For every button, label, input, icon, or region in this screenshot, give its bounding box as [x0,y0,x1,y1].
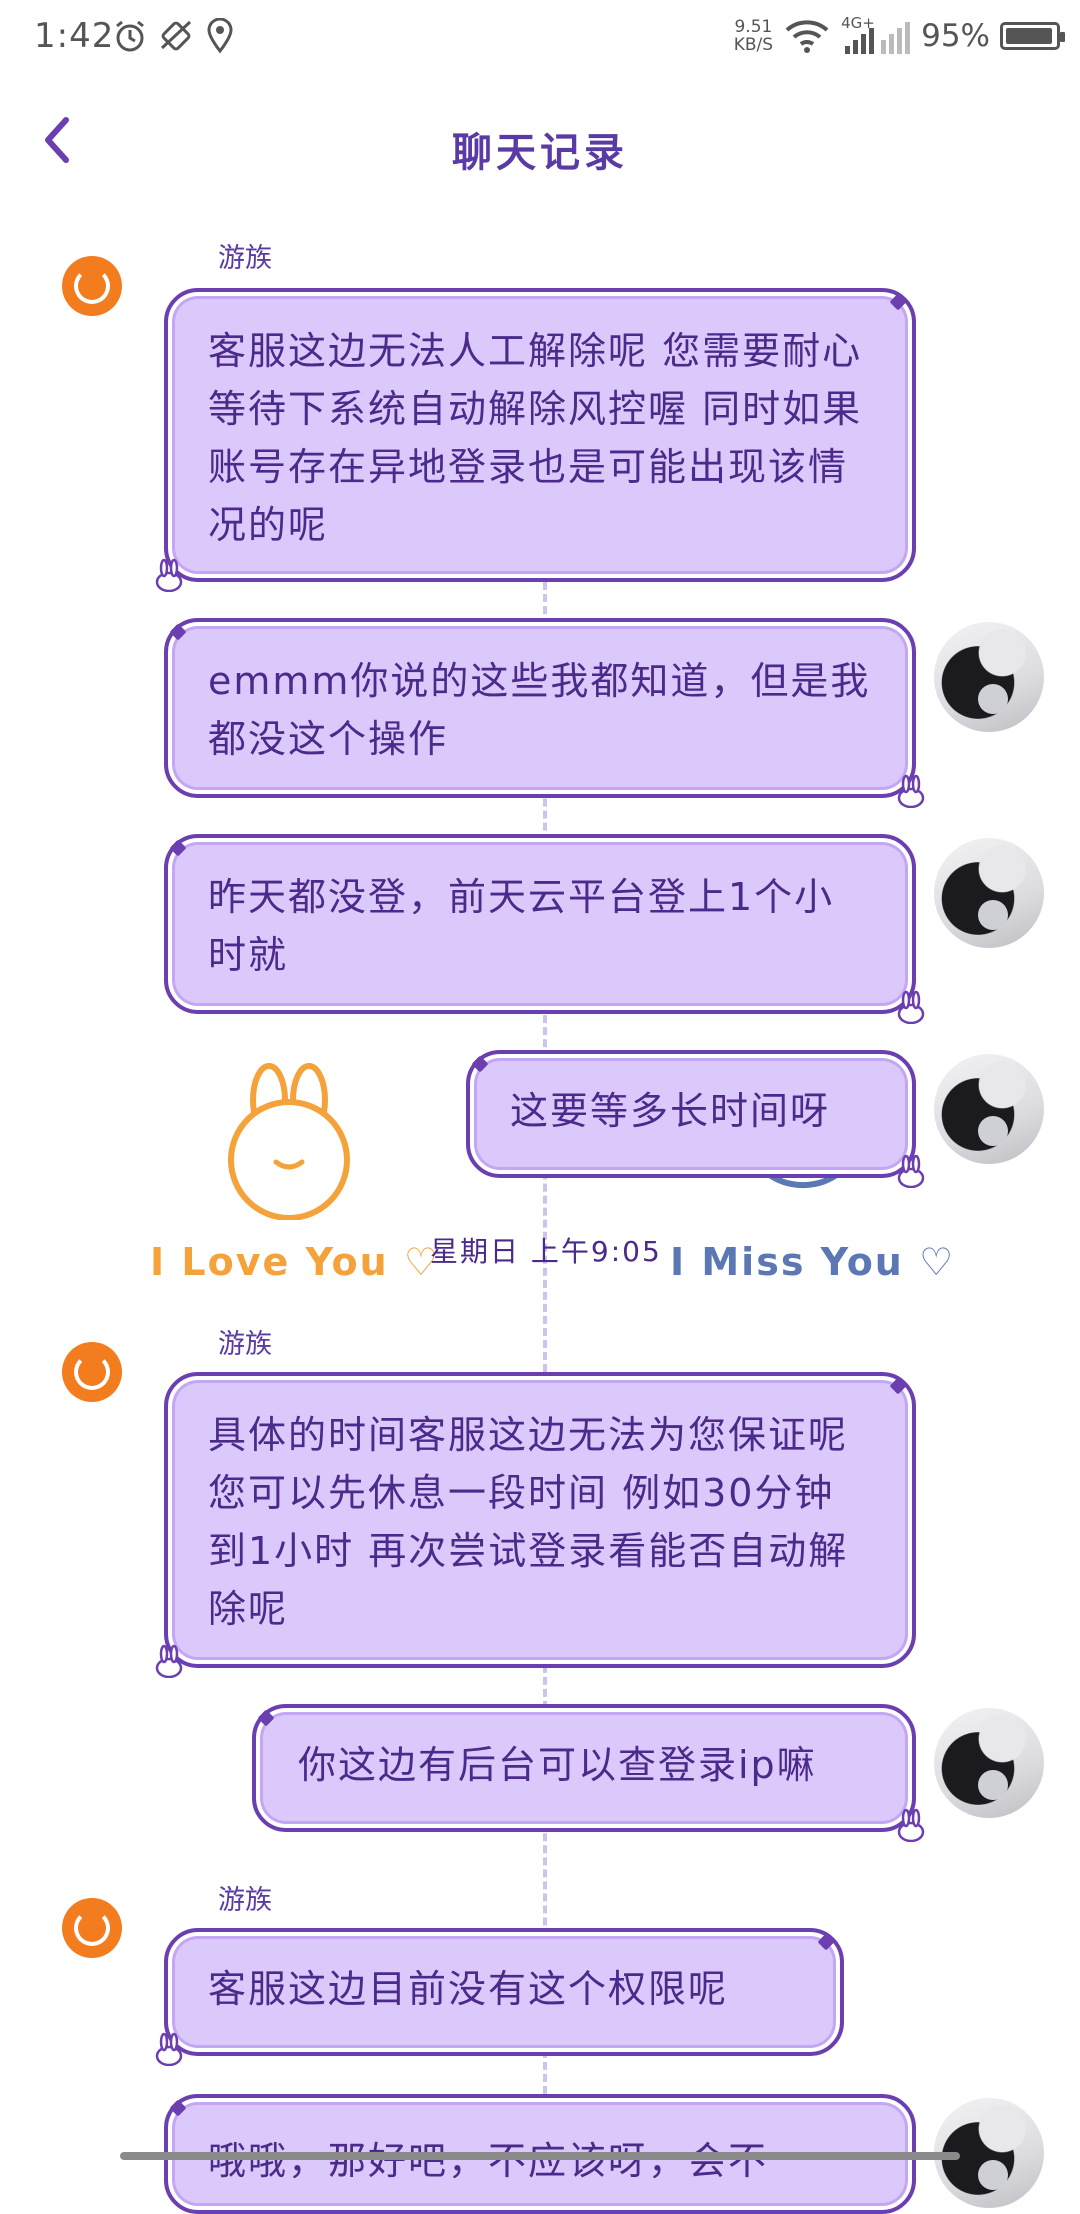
message-text: 昨天都没登，前天云平台登上1个小时就 [208,875,835,977]
signal-label: 4G+ [841,14,875,32]
message-bubble[interactable]: 具体的时间客服这边无法为您保证呢 您可以先休息一段时间 例如30分钟到1小时 再… [155,1372,916,1678]
status-bar: 1:42 9.51 KB/S 4G+ 95% [0,0,1080,74]
battery-percent: 95% [921,18,990,54]
cell-signal: 4G+ [841,14,911,56]
bottom-scrollbar[interactable] [120,2152,960,2160]
bunny-decoration-icon [155,2032,183,2066]
message-bubble[interactable]: emmm你说的这些我都知道，但是我都没这个操作 [164,618,925,808]
battery-icon [1000,22,1065,50]
agent-avatar[interactable] [62,1898,122,1958]
star-decoration-icon [471,1055,489,1073]
message-bubble[interactable]: 客服这边无法人工解除呢 您需要耐心等待下系统自动解除风控喔 同时如果账号存在异地… [155,288,916,592]
sender-name: 游族 [218,1329,272,1360]
star-decoration-icon [169,839,187,857]
message-text: 哦哦，那好吧，不应该呀，会不 [208,2139,769,2183]
status-right: 9.51 KB/S 4G+ 95% [734,14,1065,58]
user-avatar[interactable] [934,1708,1044,1818]
message-bubble[interactable]: 这要等多长时间呀 [466,1050,925,1188]
message-text: 你这边有后台可以查登录ip嘛 [298,1743,817,1787]
battery-fill [1006,28,1052,44]
message-text: 具体的时间客服这边无法为您保证呢 您可以先休息一段时间 例如30分钟到1小时 再… [208,1413,849,1631]
bunny-sticker-icon [228,1063,350,1220]
message-timestamp: 星期日 上午9:05 [430,1235,662,1268]
message-bubble[interactable]: 你这边有后台可以查登录ip嘛 [252,1704,925,1842]
message-bubble[interactable]: 客服这边目前没有这个权限呢 [155,1928,844,2066]
star-decoration-icon [257,1709,275,1727]
alarm-icon [116,20,144,52]
message-text: 这要等多长时间呀 [510,1089,831,1133]
star-decoration-icon [169,623,187,641]
message-text: emmm你说的这些我都知道，但是我都没这个操作 [208,659,871,761]
wifi-icon [785,20,829,53]
status-time: 1:42 [34,16,115,56]
sender-name: 游族 [218,243,272,274]
user-avatar[interactable] [934,1054,1044,1164]
star-decoration-icon [889,1377,907,1395]
message-bubble[interactable]: 昨天都没登，前天云平台登上1个小时就 [164,834,925,1024]
nav-bar: 聊天记录 [0,74,1080,204]
bunny-decoration-icon [155,1644,183,1678]
net-speed-unit: KB/S [733,35,774,55]
star-decoration-icon [889,293,907,311]
net-speed: 9.51 KB/S [734,18,773,54]
bunny-decoration-icon [897,774,925,808]
timeline-divider [543,570,547,2130]
message-text: 客服这边目前没有这个权限呢 [208,1967,729,2011]
star-decoration-icon [169,2099,187,2117]
sender-name: 游族 [218,1885,272,1916]
bunny-decoration-icon [897,1154,925,1188]
user-avatar[interactable] [934,838,1044,948]
bunny-decoration-icon [897,1808,925,1842]
user-avatar[interactable] [934,622,1044,732]
miss-you-sticker: I Miss You ♡ [670,1240,956,1284]
love-you-sticker: I Love You ♡ [150,1240,440,1284]
bunny-decoration-icon [897,990,925,1024]
rotate-off-icon [160,20,192,51]
location-icon [207,18,233,54]
net-speed-value: 9.51 [734,17,773,37]
agent-avatar[interactable] [62,1342,122,1402]
timestamp-row: I Love You ♡ 星期日 上午9:05 I Miss You ♡ [0,1200,1080,1320]
star-decoration-icon [817,1933,835,1951]
page-title: 聊天记录 [452,130,628,176]
agent-avatar[interactable] [62,256,122,316]
bunny-decoration-icon [155,558,183,592]
message-text: 客服这边无法人工解除呢 您需要耐心等待下系统自动解除风控喔 同时如果账号存在异地… [208,329,863,547]
